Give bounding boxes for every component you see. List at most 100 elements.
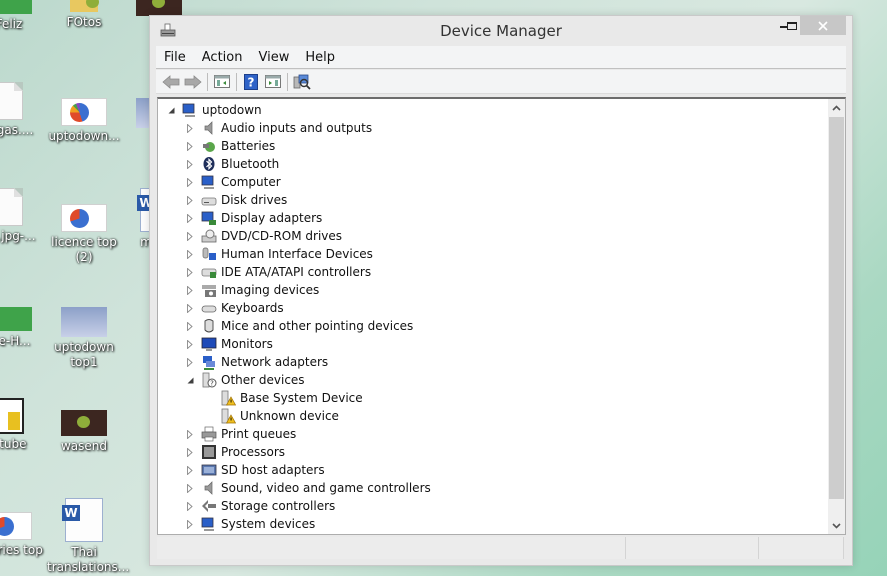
tree-root-computer[interactable]: uptodown bbox=[158, 101, 828, 119]
tree-expander[interactable] bbox=[185, 159, 195, 169]
tree-category[interactable]: System devices bbox=[158, 515, 828, 533]
tree-category[interactable]: Computer bbox=[158, 173, 828, 191]
collapse-arrow-icon bbox=[168, 107, 174, 113]
tree-category[interactable]: IDE ATA/ATAPI controllers bbox=[158, 263, 828, 281]
tree-expander[interactable] bbox=[185, 303, 195, 313]
vertical-scrollbar[interactable] bbox=[828, 99, 845, 534]
menu-action[interactable]: Action bbox=[194, 46, 251, 69]
svg-text:?: ? bbox=[210, 380, 214, 388]
tree-expander[interactable] bbox=[185, 195, 195, 205]
tree-expander[interactable] bbox=[185, 339, 195, 349]
tree-item-label: Imaging devices bbox=[221, 283, 320, 297]
tree-device[interactable]: Unknown device bbox=[158, 407, 828, 425]
tree-expander[interactable] bbox=[185, 249, 195, 259]
expand-arrow-icon bbox=[187, 357, 193, 367]
tree-category[interactable]: Processors bbox=[158, 443, 828, 461]
tree-device[interactable]: Base System Device bbox=[158, 389, 828, 407]
title-bar[interactable]: Device Manager bbox=[150, 16, 852, 46]
close-button[interactable] bbox=[800, 16, 846, 35]
tree-expander[interactable] bbox=[185, 285, 195, 295]
tree-category[interactable]: DVD/CD-ROM drives bbox=[158, 227, 828, 245]
desktop-icon[interactable]: egories top bbox=[0, 512, 46, 558]
tree-expander[interactable] bbox=[185, 519, 195, 529]
tree-item-icon bbox=[201, 246, 217, 262]
scan-hardware-changes-button[interactable] bbox=[291, 72, 313, 92]
tree-category[interactable]: Imaging devices bbox=[158, 281, 828, 299]
expand-arrow-icon bbox=[187, 231, 193, 241]
tree-category[interactable]: Storage controllers bbox=[158, 497, 828, 515]
tree-category[interactable]: Bluetooth bbox=[158, 155, 828, 173]
scroll-down-button[interactable] bbox=[828, 517, 845, 534]
desktop-icon[interactable]: uptodown... bbox=[47, 98, 121, 144]
tree-category[interactable]: Keyboards bbox=[158, 299, 828, 317]
expand-arrow-icon bbox=[187, 483, 193, 493]
desktop-icon[interactable]: argas.... bbox=[0, 82, 46, 138]
back-button[interactable] bbox=[160, 72, 182, 92]
desktop-icon-thumbnail bbox=[0, 398, 24, 434]
desktop-icon[interactable]: gle-H... bbox=[0, 307, 46, 349]
tree-expander[interactable] bbox=[185, 123, 195, 133]
tree-category[interactable]: Sound, video and game controllers bbox=[158, 479, 828, 497]
tree-item-icon bbox=[201, 336, 217, 352]
bluetooth-icon bbox=[203, 157, 215, 171]
tree-expander[interactable] bbox=[185, 465, 195, 475]
desktop-icon-thumbnail bbox=[0, 82, 23, 120]
scroll-thumb[interactable] bbox=[829, 117, 844, 499]
desktop-icon[interactable]: wasend bbox=[47, 410, 121, 454]
tree-category[interactable]: Monitors bbox=[158, 335, 828, 353]
tree-category[interactable]: ? Other devices bbox=[158, 371, 828, 389]
tree-expander[interactable] bbox=[185, 213, 195, 223]
menu-view[interactable]: View bbox=[250, 46, 297, 69]
tree-expander[interactable] bbox=[185, 429, 195, 439]
tree-item-label: Keyboards bbox=[221, 301, 284, 315]
tree-expander[interactable] bbox=[185, 141, 195, 151]
tree-expander[interactable] bbox=[185, 177, 195, 187]
scroll-up-button[interactable] bbox=[828, 99, 845, 116]
tree-item-icon bbox=[201, 174, 217, 190]
desktop-icon[interactable]: uptodown top1 bbox=[47, 307, 121, 370]
tree-category[interactable]: Print queues bbox=[158, 425, 828, 443]
status-pane bbox=[626, 537, 759, 559]
tree-category[interactable]: Network adapters bbox=[158, 353, 828, 371]
tree-expander[interactable] bbox=[185, 321, 195, 331]
show-hide-console-tree-icon bbox=[214, 75, 230, 88]
desktop-icon[interactable]: FOtos bbox=[47, 0, 121, 30]
desktop-icon[interactable]: licence top (2) bbox=[47, 204, 121, 265]
tree-category[interactable]: Disk drives bbox=[158, 191, 828, 209]
desktop-icon[interactable]: be.jpg-... bbox=[0, 188, 46, 244]
desktop-icon-label: egories top bbox=[0, 543, 43, 557]
tree-category[interactable]: Human Interface Devices bbox=[158, 245, 828, 263]
desktop-icon[interactable]: Thai translations... bbox=[47, 498, 129, 575]
tree-category[interactable]: Batteries bbox=[158, 137, 828, 155]
tree-expander[interactable] bbox=[185, 357, 195, 367]
tree-expander[interactable] bbox=[185, 483, 195, 493]
show-hide-action-pane-button[interactable] bbox=[262, 72, 284, 92]
maximize-icon bbox=[787, 21, 797, 30]
collapse-arrow-icon bbox=[187, 377, 193, 383]
tree-category[interactable]: Audio inputs and outputs bbox=[158, 119, 828, 137]
show-hide-console-tree-button[interactable] bbox=[211, 72, 233, 92]
tree-expander[interactable] bbox=[185, 231, 195, 241]
desktop-icon-label: uptodown... bbox=[48, 129, 120, 143]
tree-expander[interactable] bbox=[185, 501, 195, 511]
tree-category[interactable]: Mice and other pointing devices bbox=[158, 317, 828, 335]
menu-bar: File Action View Help bbox=[156, 46, 846, 69]
tree-category[interactable]: Display adapters bbox=[158, 209, 828, 227]
menu-file[interactable]: File bbox=[156, 46, 194, 69]
expand-arrow-icon bbox=[187, 339, 193, 349]
desktop-icon[interactable]: utube bbox=[0, 398, 46, 452]
forward-arrow-icon bbox=[184, 74, 202, 89]
expand-arrow-icon bbox=[187, 321, 193, 331]
tree-expander[interactable] bbox=[185, 267, 195, 277]
desktop-icon-label: uptodown top1 bbox=[54, 340, 114, 369]
tree-category[interactable]: SD host adapters bbox=[158, 461, 828, 479]
menu-help[interactable]: Help bbox=[297, 46, 343, 69]
tree-expander[interactable] bbox=[166, 105, 176, 115]
forward-button[interactable] bbox=[182, 72, 204, 92]
tree-item-icon bbox=[201, 120, 217, 136]
tree-item-label: DVD/CD-ROM drives bbox=[221, 229, 343, 243]
tree-expander[interactable] bbox=[185, 375, 195, 385]
help-button[interactable]: ? bbox=[240, 72, 262, 92]
desktop-icon[interactable]: Feliz bbox=[0, 0, 46, 32]
tree-expander[interactable] bbox=[185, 447, 195, 457]
